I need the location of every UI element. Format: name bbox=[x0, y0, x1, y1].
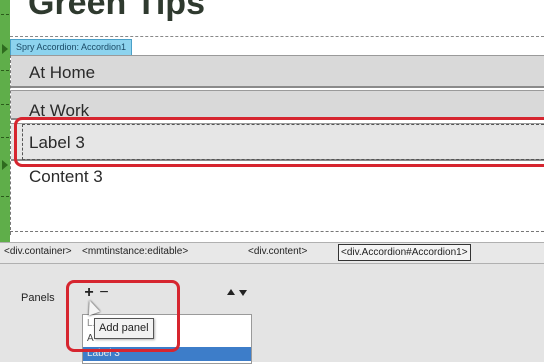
accordion-tab-at-work[interactable]: At Work bbox=[11, 90, 544, 120]
accordion-tab-at-home[interactable]: At Home bbox=[11, 55, 544, 88]
move-down-icon[interactable] bbox=[239, 290, 247, 296]
page-title: Green Tips bbox=[28, 0, 205, 22]
region-dash bbox=[1, 14, 9, 15]
panels-label: Panels bbox=[21, 292, 55, 304]
callout-highlight bbox=[14, 117, 544, 167]
accordion-content[interactable]: Content 3 bbox=[29, 167, 103, 187]
region-dash bbox=[1, 104, 9, 105]
tag-selector: <div.container> <mmtinstance:editable> <… bbox=[0, 242, 544, 264]
spry-accordion-tag[interactable]: Spry Accordion: Accordion1 bbox=[10, 39, 133, 56]
region-marker-icon bbox=[2, 160, 8, 170]
divider bbox=[10, 231, 544, 232]
region-dash bbox=[1, 137, 9, 138]
callout-highlight bbox=[66, 280, 180, 352]
tag-div-content[interactable]: <div.content> bbox=[248, 246, 307, 257]
tag-mmtinstance-editable[interactable]: <mmtinstance:editable> bbox=[82, 246, 188, 257]
region-dash bbox=[1, 196, 9, 197]
region-marker-icon bbox=[2, 44, 8, 54]
region-dash bbox=[1, 70, 9, 71]
tag-div-accordion[interactable]: <div.Accordion#Accordion1> bbox=[338, 244, 471, 261]
move-up-icon[interactable] bbox=[227, 289, 235, 295]
design-canvas[interactable]: Green Tips Spry Accordion: Accordion1 At… bbox=[0, 0, 544, 242]
divider bbox=[10, 36, 544, 37]
tag-div-container[interactable]: <div.container> bbox=[4, 246, 72, 257]
editable-region-strip bbox=[0, 0, 10, 242]
